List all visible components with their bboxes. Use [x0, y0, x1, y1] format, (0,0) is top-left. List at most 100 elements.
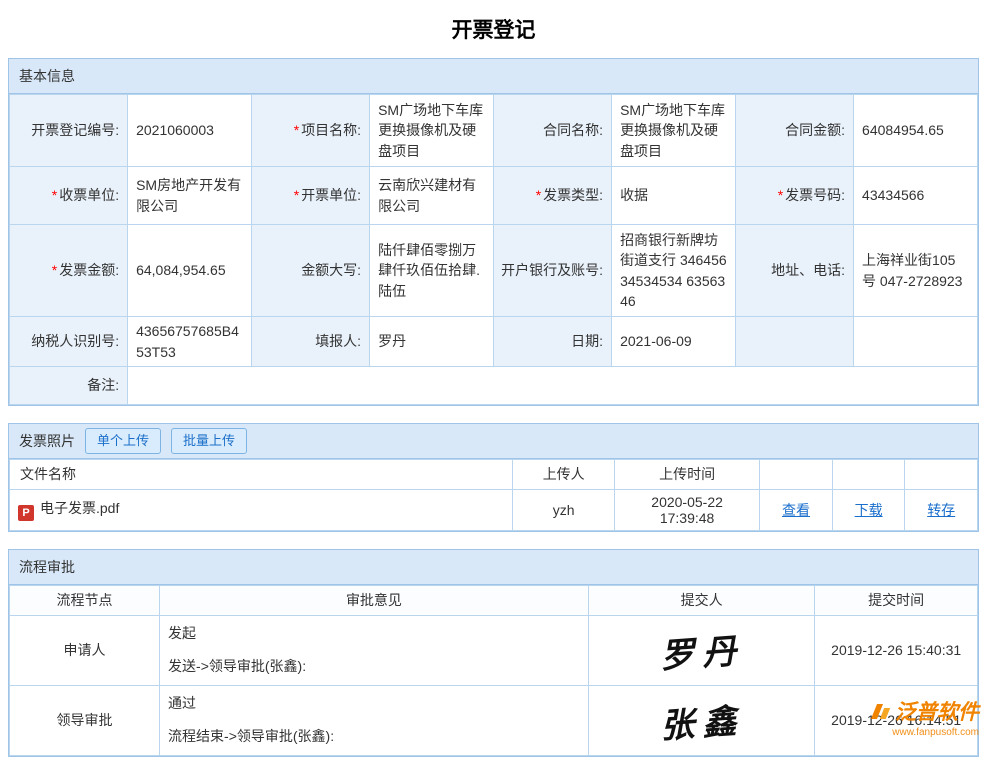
field-label-text: 填报人: — [315, 333, 361, 349]
field-label-text: 开票单位: — [301, 187, 361, 203]
file-name: 电子发票.pdf — [40, 500, 119, 516]
required-marker: * — [294, 122, 299, 138]
batch-upload-button[interactable]: 批量上传 — [171, 428, 247, 454]
field-label-text: 备注: — [87, 377, 119, 393]
field-value — [854, 317, 978, 367]
field-label: *项目名称: — [251, 95, 369, 167]
field-label-text: 开户银行及账号: — [501, 262, 603, 278]
field-value: 2021-06-09 — [612, 317, 736, 367]
column-action-2 — [832, 459, 905, 489]
field-label-text: 发票金额: — [59, 262, 119, 278]
field-label: 日期: — [493, 317, 611, 367]
download-cell: 下载 — [832, 489, 905, 530]
table-row: *发票金额: 64,084,954.65 金额大写: 陆仟肆佰零捌万肆仟玖佰伍拾… — [10, 225, 978, 317]
field-label-text: 项目名称: — [301, 122, 361, 138]
field-label: 地址、电话: — [735, 225, 853, 317]
upload-time-cell: 2020-05-22 17:39:48 — [615, 489, 760, 530]
field-label: 金额大写: — [251, 225, 369, 317]
field-value: SM房地产开发有限公司 — [128, 167, 252, 225]
field-label: 开户银行及账号: — [493, 225, 611, 317]
field-value: 2021060003 — [128, 95, 252, 167]
field-value: 收据 — [612, 167, 736, 225]
required-marker: * — [778, 187, 783, 203]
column-file-name: 文件名称 — [10, 459, 513, 489]
field-value: 43434566 — [854, 167, 978, 225]
field-label-text: 发票类型: — [543, 187, 603, 203]
field-label: *发票金额: — [10, 225, 128, 317]
invoice-registration-page: 开票登记 基本信息 开票登记编号: 2021060003 *项目名称: SM广场… — [0, 0, 987, 757]
invoice-photos-table: 文件名称 上传人 上传时间 P电子发票.pdf yzh 2020-05-22 1… — [9, 459, 978, 531]
field-value: 云南欣兴建材有限公司 — [370, 167, 494, 225]
field-value: 64084954.65 — [854, 95, 978, 167]
table-row: 申请人 发起 发送->领导审批(张鑫): 罗丹 2019-12-26 15:40… — [10, 615, 978, 685]
field-label: *开票单位: — [251, 167, 369, 225]
field-label-text: 地址、电话: — [771, 262, 845, 278]
required-marker: * — [536, 187, 541, 203]
field-label: 备注: — [10, 367, 128, 405]
fanpu-watermark: 泛普软件 www.fanpusoft.com — [871, 696, 979, 738]
approval-section: 流程审批 流程节点 审批意见 提交人 提交时间 申请人 发起 发送->领导审批(… — [8, 549, 979, 757]
table-row: P电子发票.pdf yzh 2020-05-22 17:39:48 查看 下载 … — [10, 489, 978, 530]
invoice-photos-title: 发票照片 — [19, 431, 75, 451]
basic-info-section: 基本信息 开票登记编号: 2021060003 *项目名称: SM广场地下车库更… — [8, 58, 979, 406]
basic-info-table: 开票登记编号: 2021060003 *项目名称: SM广场地下车库更换摄像机及… — [9, 94, 978, 405]
required-marker: * — [52, 262, 57, 278]
signature: 张鑫 — [658, 693, 745, 748]
field-label: *发票号码: — [735, 167, 853, 225]
table-row: 开票登记编号: 2021060003 *项目名称: SM广场地下车库更换摄像机及… — [10, 95, 978, 167]
field-label-text: 开票登记编号: — [31, 122, 119, 138]
table-row: 备注: — [10, 367, 978, 405]
uploader-cell: yzh — [513, 489, 615, 530]
field-value: 罗丹 — [370, 317, 494, 367]
field-label-text: 金额大写: — [301, 262, 361, 278]
field-value: 43656757685B453T53 — [128, 317, 252, 367]
field-label: 填报人: — [251, 317, 369, 367]
field-value: SM广场地下车库更换摄像机及硬盘项目 — [370, 95, 494, 167]
table-row: *收票单位: SM房地产开发有限公司 *开票单位: 云南欣兴建材有限公司 *发票… — [10, 167, 978, 225]
field-label: *发票类型: — [493, 167, 611, 225]
invoice-photos-section: 发票照片 单个上传 批量上传 文件名称 上传人 上传时间 P电子发票.pdf — [8, 423, 979, 532]
column-uploader: 上传人 — [513, 459, 615, 489]
column-action-3 — [905, 459, 978, 489]
node-cell: 申请人 — [10, 615, 160, 685]
field-value: 64,084,954.65 — [128, 225, 252, 317]
column-upload-time: 上传时间 — [615, 459, 760, 489]
opinion-line-1: 发起 — [168, 624, 580, 644]
required-marker: * — [294, 187, 299, 203]
approval-header: 流程审批 — [9, 550, 978, 585]
approval-table: 流程节点 审批意见 提交人 提交时间 申请人 发起 发送->领导审批(张鑫): … — [9, 585, 978, 756]
column-node: 流程节点 — [10, 585, 160, 615]
table-header-row: 流程节点 审批意见 提交人 提交时间 — [10, 585, 978, 615]
required-marker: * — [52, 187, 57, 203]
submit-time-cell: 2019-12-26 15:40:31 — [815, 615, 978, 685]
field-label: 纳税人识别号: — [10, 317, 128, 367]
view-link[interactable]: 查看 — [782, 502, 810, 518]
table-row: 纳税人识别号: 43656757685B453T53 填报人: 罗丹 日期: 2… — [10, 317, 978, 367]
field-label: 合同金额: — [735, 95, 853, 167]
download-link[interactable]: 下载 — [855, 502, 883, 518]
field-label-text: 合同金额: — [785, 122, 845, 138]
column-opinion: 审批意见 — [160, 585, 589, 615]
table-header-row: 文件名称 上传人 上传时间 — [10, 459, 978, 489]
transfer-cell: 转存 — [905, 489, 978, 530]
field-value: 陆仟肆佰零捌万肆仟玖佰伍拾肆.陆伍 — [370, 225, 494, 317]
single-upload-button[interactable]: 单个上传 — [85, 428, 161, 454]
field-label-text: 收票单位: — [59, 187, 119, 203]
opinion-cell: 发起 发送->领导审批(张鑫): — [160, 615, 589, 685]
opinion-line-1: 通过 — [168, 694, 580, 714]
field-value: SM广场地下车库更换摄像机及硬盘项目 — [612, 95, 736, 167]
remark-value — [128, 367, 978, 405]
transfer-link[interactable]: 转存 — [927, 502, 955, 518]
column-submit-time: 提交时间 — [815, 585, 978, 615]
field-label — [735, 317, 853, 367]
field-value: 上海祥业街105号 047-2728923 — [854, 225, 978, 317]
basic-info-header: 基本信息 — [9, 59, 978, 94]
field-value: 招商银行新牌坊街道支行 34645634534534 6356346 — [612, 225, 736, 317]
fanpu-logo-icon — [871, 703, 891, 720]
field-label: 合同名称: — [493, 95, 611, 167]
field-label-text: 发票号码: — [785, 187, 845, 203]
submitter-cell: 罗丹 — [588, 615, 815, 685]
field-label-text: 合同名称: — [543, 122, 603, 138]
field-label-text: 日期: — [571, 333, 603, 349]
view-cell: 查看 — [760, 489, 833, 530]
